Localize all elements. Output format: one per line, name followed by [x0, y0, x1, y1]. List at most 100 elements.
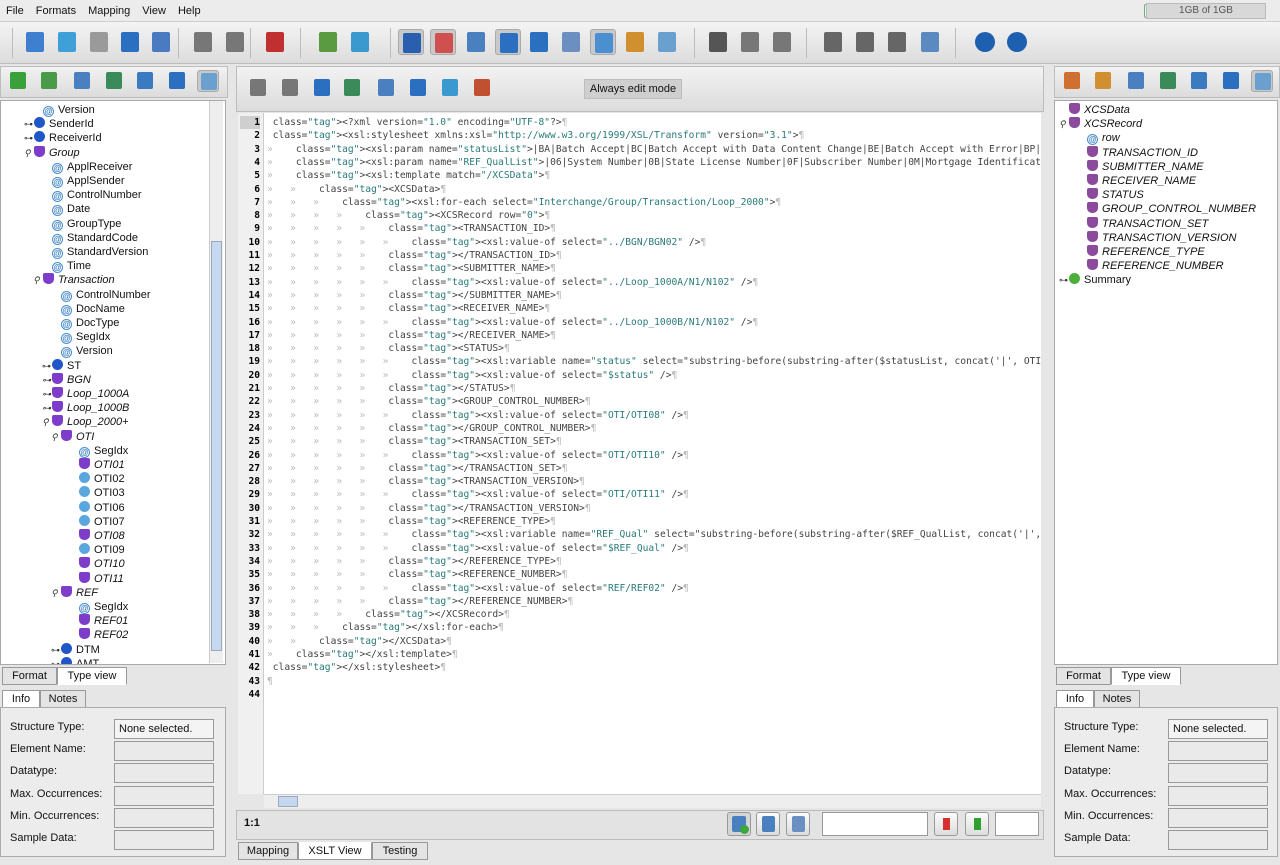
left_tree-node[interactable]: OTI10 — [69, 557, 125, 571]
tab-format-left[interactable]: Format — [2, 667, 57, 685]
expand-icon[interactable]: ⊶ — [42, 359, 52, 373]
menu-formats[interactable]: Formats — [30, 0, 82, 22]
left_tree-node[interactable]: @ ControlNumber — [42, 188, 142, 203]
left_tree-node[interactable]: @ Version — [51, 344, 113, 359]
document-list-icon[interactable] — [786, 812, 810, 836]
doc-button[interactable] — [71, 70, 93, 92]
copy-button[interactable] — [737, 29, 763, 55]
left_tree-node[interactable]: OTI06 — [69, 500, 125, 515]
right_tree-node[interactable]: ⚲ XCSRecord — [1059, 117, 1142, 131]
paste-button[interactable] — [769, 29, 795, 55]
scroll-thumb[interactable] — [211, 241, 222, 651]
palette-button[interactable] — [471, 77, 493, 99]
right_tree-node[interactable]: TRANSACTION_SET — [1077, 216, 1208, 231]
expand-icon[interactable]: ⊶ — [24, 131, 34, 145]
tab-info-right[interactable]: Info — [1056, 690, 1094, 708]
right_tree-node[interactable]: TRANSACTION_VERSION — [1077, 230, 1236, 245]
left_tree-node[interactable]: OTI08 — [69, 529, 125, 543]
right_tree-node[interactable]: REFERENCE_TYPE — [1077, 245, 1205, 259]
align-button[interactable] — [820, 29, 846, 55]
undo-button[interactable] — [190, 29, 216, 55]
left_tree-node[interactable]: OTI11 — [69, 571, 124, 586]
left_tree-node[interactable]: @ DocName — [51, 302, 125, 316]
search-doc-button[interactable] — [134, 70, 156, 92]
tab-format-right[interactable]: Format — [1056, 667, 1111, 685]
add-target-button[interactable] — [347, 29, 373, 55]
add-element-button[interactable] — [7, 70, 29, 92]
tab-xslt-view[interactable]: XSLT View — [298, 842, 372, 860]
view-button[interactable] — [1251, 70, 1273, 92]
right_tree-node[interactable]: SUBMITTER_NAME — [1077, 159, 1203, 174]
left_tree-node[interactable]: ⚲ Group — [24, 145, 80, 160]
exit-button[interactable] — [262, 29, 288, 55]
expand-icon[interactable]: ⊶ — [51, 657, 61, 664]
expand-icon[interactable]: ⊶ — [1059, 273, 1069, 287]
left_tree-node[interactable]: ⚲ Loop_2000+ — [42, 415, 128, 429]
find-previous-icon[interactable] — [934, 812, 958, 836]
left_tree-node[interactable]: OTI07 — [69, 514, 125, 529]
flow-button[interactable] — [622, 29, 648, 55]
expand-icon[interactable]: ⊶ — [42, 387, 52, 401]
source-tree[interactable]: @ Version ⊶ SenderId ⊶ ReceiverId ⚲ Group @ ApplR… — [0, 100, 226, 665]
left_tree-node[interactable]: @ Version — [33, 103, 95, 117]
open-button[interactable] — [54, 29, 80, 55]
undo-button[interactable] — [247, 77, 269, 99]
translate-button[interactable] — [439, 77, 461, 99]
doc-button[interactable] — [1125, 70, 1147, 92]
left_tree-node[interactable]: OTI09 — [69, 543, 125, 557]
collapse-icon[interactable]: ⚲ — [33, 273, 43, 287]
left_tree-node[interactable]: ⊶ ReceiverId — [24, 131, 102, 145]
redo-button[interactable] — [279, 77, 301, 99]
print-button[interactable] — [407, 77, 429, 99]
tab-type-view-left[interactable]: Type view — [57, 667, 127, 685]
help-button[interactable] — [972, 29, 998, 55]
left_tree-node[interactable]: @ SegIdx — [69, 444, 128, 458]
database-button[interactable] — [654, 29, 680, 55]
about-button[interactable] — [1004, 29, 1030, 55]
right_tree-node[interactable]: TRANSACTION_ID — [1077, 145, 1198, 160]
left_tree-node[interactable]: @ StandardCode — [42, 231, 138, 245]
collapse-icon[interactable]: ⚲ — [24, 146, 34, 160]
schema-button[interactable] — [590, 29, 616, 55]
left_tree-node[interactable]: ⚲ Transaction — [33, 273, 115, 287]
expand-icon[interactable]: ⊶ — [42, 373, 52, 387]
search-button[interactable] — [311, 77, 333, 99]
document-icon[interactable] — [756, 812, 780, 836]
menu-mapping[interactable]: Mapping — [82, 0, 136, 22]
list-button[interactable] — [1157, 70, 1179, 92]
cut-button[interactable] — [705, 29, 731, 55]
tab-notes-right[interactable]: Notes — [1094, 690, 1140, 708]
align-center-button[interactable] — [852, 29, 878, 55]
collapse-icon[interactable]: ⚲ — [42, 415, 52, 429]
validate-button[interactable] — [727, 812, 751, 836]
right_tree-node[interactable]: ⊶ Summary — [1059, 273, 1131, 287]
find-button[interactable] — [1092, 70, 1114, 92]
search-doc-button[interactable] — [1188, 70, 1210, 92]
goto-line-input[interactable] — [995, 812, 1039, 836]
edit-button[interactable] — [166, 70, 188, 92]
collapse-icon[interactable]: ⚲ — [1059, 117, 1069, 131]
right_tree-node[interactable]: @ row — [1077, 131, 1120, 146]
tab-notes-left[interactable]: Notes — [40, 690, 86, 708]
left_tree-node[interactable]: ⊶ Loop_1000A — [42, 387, 129, 401]
left_tree-node[interactable]: @ Time — [42, 259, 91, 274]
left_tree-node[interactable]: ⚲ OTI — [51, 429, 94, 444]
left_tree-node[interactable]: OTI03 — [69, 486, 125, 500]
left_tree-node[interactable]: @ SegIdx — [51, 330, 110, 345]
doc-list-button[interactable] — [558, 29, 584, 55]
expand-icon[interactable]: ⊶ — [42, 401, 52, 415]
mapping-view-button[interactable] — [430, 29, 456, 55]
right_tree-node[interactable]: RECEIVER_NAME — [1077, 174, 1196, 188]
collapse-icon[interactable]: ⚲ — [51, 586, 61, 600]
tab-info-left[interactable]: Info — [2, 690, 40, 708]
redo-button[interactable] — [222, 29, 248, 55]
add-element-button[interactable] — [1061, 70, 1083, 92]
info-button[interactable] — [398, 29, 424, 55]
left_tree-node[interactable]: @ SegIdx — [69, 600, 128, 614]
list-button[interactable] — [103, 70, 125, 92]
find-button[interactable] — [38, 70, 60, 92]
left_tree-node[interactable]: @ ApplSender — [42, 174, 125, 188]
align-right-button[interactable] — [884, 29, 910, 55]
edit-button[interactable] — [1220, 70, 1242, 92]
add-source-button[interactable] — [315, 29, 341, 55]
